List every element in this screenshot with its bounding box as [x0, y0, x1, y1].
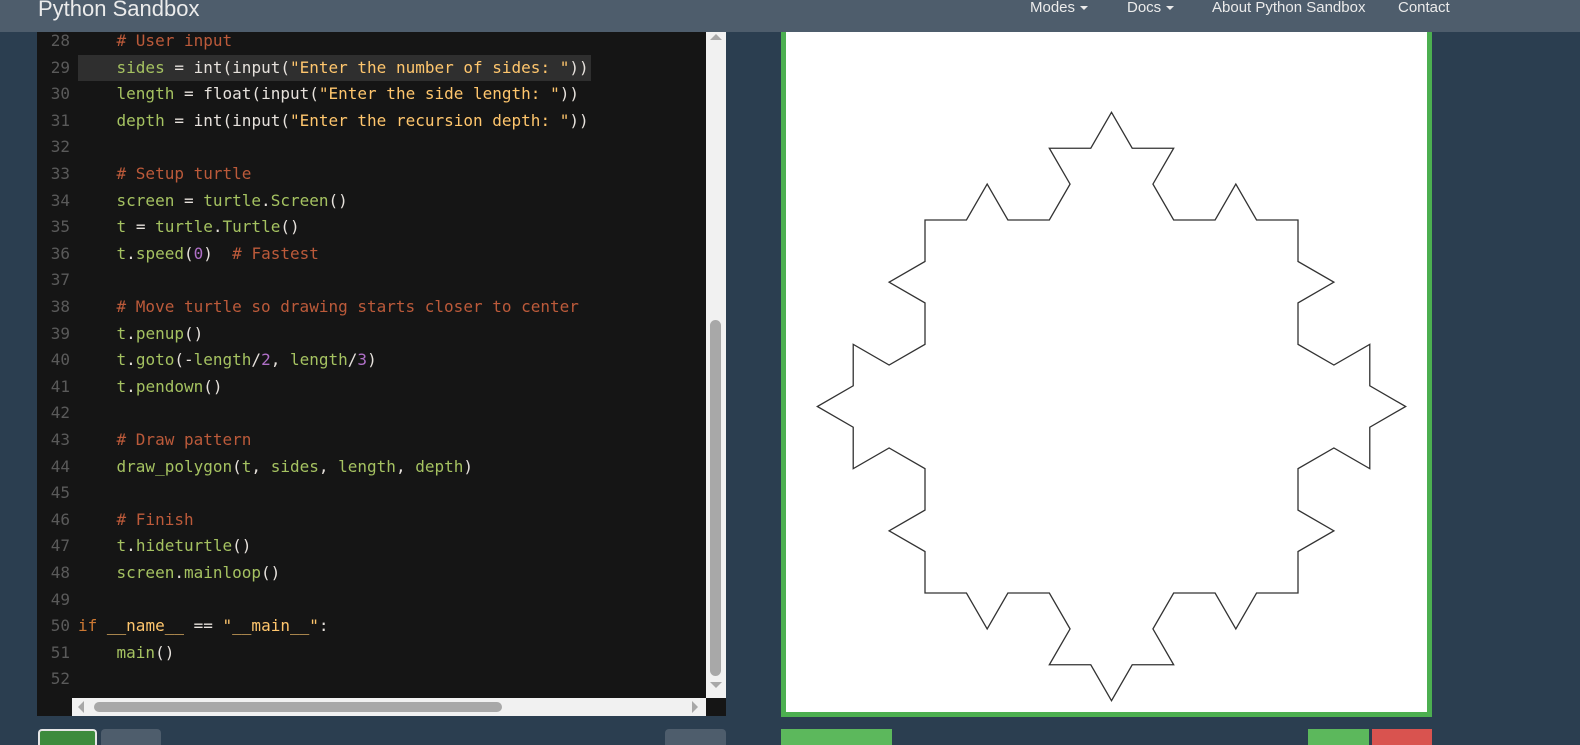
- run-button[interactable]: [38, 729, 97, 745]
- line-number: 35: [50, 217, 70, 237]
- code-text: t.goto(-length/2, length/3): [116, 350, 377, 370]
- line-number: 52: [50, 669, 70, 689]
- code-line[interactable]: 52: [37, 666, 707, 693]
- code-editor[interactable]: 28 # User input 29 sides = int(input("Ent…: [37, 32, 726, 716]
- turtle-canvas[interactable]: [781, 32, 1432, 717]
- code-text: depth = int(input("Enter the recursion d…: [116, 110, 589, 130]
- scroll-left-icon[interactable]: [78, 701, 84, 713]
- line-number: 30: [50, 84, 70, 104]
- code-line[interactable]: 49: [37, 587, 707, 614]
- code-line[interactable]: 30 length = float(input("Enter the side …: [37, 81, 707, 108]
- code-text: # Draw pattern: [116, 430, 252, 449]
- fractal-drawing: [816, 111, 1407, 702]
- code-text: t.speed(0) # Fastest: [116, 243, 319, 263]
- caret-down-icon: [1166, 6, 1175, 11]
- code-line[interactable]: 36 t.speed(0) # Fastest: [37, 241, 707, 268]
- code-line[interactable]: 37: [37, 267, 707, 294]
- nav-docs-dropdown[interactable]: Docs: [1127, 0, 1175, 20]
- code-line[interactable]: 48 screen.mainloop(): [37, 560, 707, 587]
- nav-contact-link[interactable]: Contact: [1398, 0, 1450, 20]
- line-number: 39: [50, 323, 70, 343]
- line-number: 47: [50, 536, 70, 556]
- code-line[interactable]: 39 t.penup(): [37, 321, 707, 348]
- stop-button[interactable]: [1372, 729, 1432, 745]
- editor-horizontal-scrollbar[interactable]: [72, 698, 706, 716]
- code-line[interactable]: 41 t.pendown(): [37, 374, 707, 401]
- line-number: 50: [50, 616, 70, 636]
- app-title[interactable]: Python Sandbox: [38, 0, 199, 24]
- code-text: screen = turtle.Screen(): [116, 190, 348, 210]
- code-text: t = turtle.Turtle(): [116, 217, 300, 237]
- code-text: # Finish: [116, 509, 194, 529]
- line-number: 49: [50, 589, 70, 609]
- code-text: t.penup(): [116, 323, 204, 343]
- line-number: 37: [50, 270, 70, 290]
- code-line[interactable]: 47 t.hideturtle(): [37, 533, 707, 560]
- code-line[interactable]: 35 t = turtle.Turtle(): [37, 214, 707, 241]
- line-number: 44: [50, 456, 70, 476]
- vertical-scroll-thumb[interactable]: [710, 320, 721, 676]
- nav-docs-label: Docs: [1127, 0, 1162, 16]
- scroll-down-icon[interactable]: [710, 682, 722, 688]
- horizontal-scroll-thumb[interactable]: [94, 702, 502, 712]
- code-line[interactable]: 29 sides = int(input("Enter the number o…: [37, 54, 707, 82]
- line-number: 40: [50, 350, 70, 370]
- line-number: 46: [50, 509, 70, 529]
- line-number: 51: [50, 642, 70, 662]
- canvas-action-button[interactable]: [1308, 729, 1369, 745]
- code-line[interactable]: 28 # User input: [37, 32, 707, 55]
- code-text: # User input: [116, 32, 233, 50]
- line-number: 42: [50, 403, 70, 423]
- code-text: t.hideturtle(): [116, 536, 252, 556]
- code-line[interactable]: 50 if __name__ == "__main__":: [37, 613, 707, 640]
- line-number: 28: [50, 32, 70, 50]
- code-line[interactable]: 45: [37, 480, 707, 507]
- line-number: 34: [50, 190, 70, 210]
- code-line[interactable]: 44 draw_polygon(t, sides, length, depth): [37, 454, 707, 481]
- code-line[interactable]: 32: [37, 134, 707, 161]
- code-text: if __name__ == "__main__":: [78, 616, 329, 636]
- navbar: Python Sandbox Modes Docs About Python S…: [0, 0, 1580, 32]
- editor-option-button[interactable]: [665, 729, 726, 745]
- line-number: 43: [50, 430, 70, 449]
- nav-modes-dropdown[interactable]: Modes: [1030, 0, 1089, 20]
- code-text: sides = int(input("Enter the number of s…: [78, 54, 591, 82]
- line-number: 31: [50, 110, 70, 130]
- code-text: draw_polygon(t, sides, length, depth): [116, 456, 474, 476]
- caret-down-icon: [1080, 6, 1089, 11]
- nav-modes-label: Modes: [1030, 0, 1076, 16]
- canvas-green-button[interactable]: [781, 729, 892, 745]
- line-number: 32: [50, 137, 70, 157]
- scroll-right-icon[interactable]: [692, 701, 698, 713]
- code-text: # Move turtle so drawing starts closer t…: [116, 297, 579, 316]
- line-number: 41: [50, 376, 70, 396]
- code-text: screen.mainloop(): [116, 563, 281, 582]
- editor-vertical-scrollbar[interactable]: [706, 32, 726, 698]
- scroll-up-icon[interactable]: [710, 34, 722, 40]
- code-line[interactable]: 46 # Finish: [37, 507, 707, 534]
- line-number: 29: [50, 57, 70, 77]
- code-text: # Setup turtle: [116, 164, 252, 183]
- line-number: 38: [50, 297, 70, 316]
- code-line[interactable]: 42: [37, 400, 707, 427]
- code-line[interactable]: 43 # Draw pattern: [37, 427, 707, 454]
- code-line[interactable]: 31 depth = int(input("Enter the recursio…: [37, 108, 707, 135]
- code-line[interactable]: 38 # Move turtle so drawing starts close…: [37, 294, 707, 321]
- line-number: 33: [50, 164, 70, 183]
- code-line[interactable]: 33 # Setup turtle: [37, 161, 707, 188]
- line-number: 45: [50, 483, 70, 503]
- code-line[interactable]: 34 screen = turtle.Screen(): [37, 188, 707, 215]
- line-number: 48: [50, 563, 70, 582]
- code-text: length = float(input("Enter the side len…: [116, 84, 579, 104]
- editor-tab-button[interactable]: [101, 729, 161, 745]
- code-line[interactable]: 51 main(): [37, 640, 707, 667]
- code-text: t.pendown(): [116, 376, 223, 396]
- line-number: 36: [50, 243, 70, 263]
- code-line[interactable]: 40 t.goto(-length/2, length/3): [37, 347, 707, 374]
- turtle-drawing: [816, 111, 1407, 702]
- nav-about-link[interactable]: About Python Sandbox: [1212, 0, 1365, 20]
- code-text: main(): [116, 642, 175, 662]
